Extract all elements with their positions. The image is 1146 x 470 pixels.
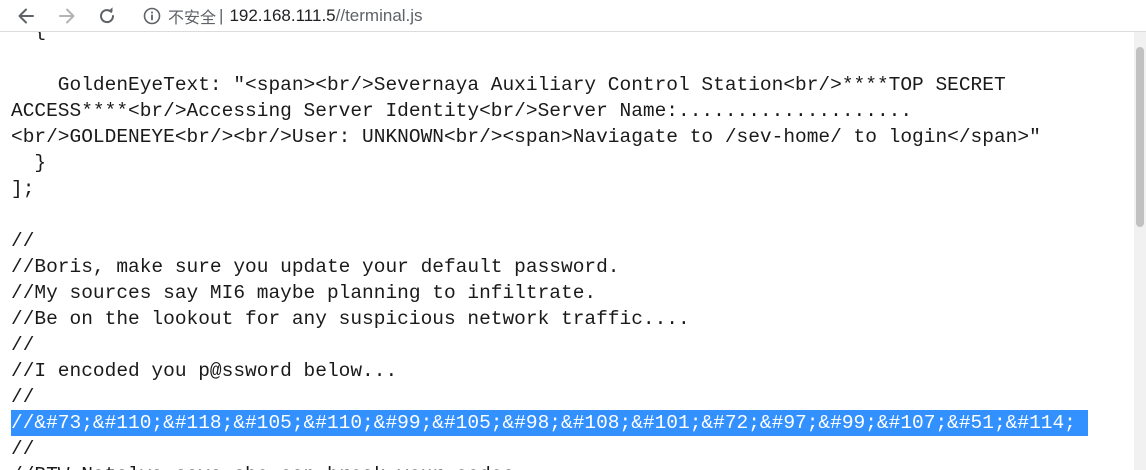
forward-button[interactable] xyxy=(55,4,79,28)
vertical-scrollbar[interactable] xyxy=(1134,32,1146,470)
forward-arrow-icon xyxy=(59,8,75,24)
code-line: // xyxy=(11,334,35,356)
scroll-thumb[interactable] xyxy=(1136,47,1144,227)
code-line: //My sources say MI6 maybe planning to i… xyxy=(11,282,597,304)
reload-icon xyxy=(100,7,115,24)
code-line: // xyxy=(11,230,35,252)
selected-code-line[interactable]: //&#73;&#110;&#118;&#105;&#110;&#99;&#10… xyxy=(11,410,1088,436)
info-icon[interactable] xyxy=(142,5,164,27)
code-line: //Be on the lookout for any suspicious n… xyxy=(11,308,690,330)
code-line: GoldenEyeText: "<span><br/>Severnaya Aux… xyxy=(11,74,1006,96)
code-line: //Boris, make sure you update your defau… xyxy=(11,256,620,278)
reload-button[interactable] xyxy=(95,4,119,28)
back-button[interactable] xyxy=(14,4,38,28)
code-line: } xyxy=(11,152,47,174)
browser-toolbar: 不安全 | 192.168.111.5//terminal.js xyxy=(0,0,1146,32)
code-line: { xyxy=(11,32,46,44)
url-path[interactable]: //terminal.js xyxy=(336,6,423,26)
code-line: //I encoded you p@ssword below... xyxy=(11,360,398,382)
code-line: ]; xyxy=(11,178,35,200)
address-divider: | xyxy=(219,6,224,25)
code-line: <br/>GOLDENEYE<br/><br/>User: UNKNOWN<br… xyxy=(11,126,1041,148)
back-arrow-icon xyxy=(18,8,34,24)
security-label[interactable]: 不安全 xyxy=(168,4,216,28)
code-line: // xyxy=(11,438,35,460)
address-bar[interactable]: 不安全 | 192.168.111.5//terminal.js xyxy=(142,4,423,28)
url-host[interactable]: 192.168.111.5 xyxy=(229,6,335,26)
code-line: ACCESS****<br/>Accessing Server Identity… xyxy=(11,100,913,122)
code-line: // xyxy=(11,386,35,408)
code-line: //BTW Natalya says she can break your co… xyxy=(11,462,514,470)
source-view: { GoldenEyeText: "<span><br/>Severnaya A… xyxy=(0,32,1146,470)
